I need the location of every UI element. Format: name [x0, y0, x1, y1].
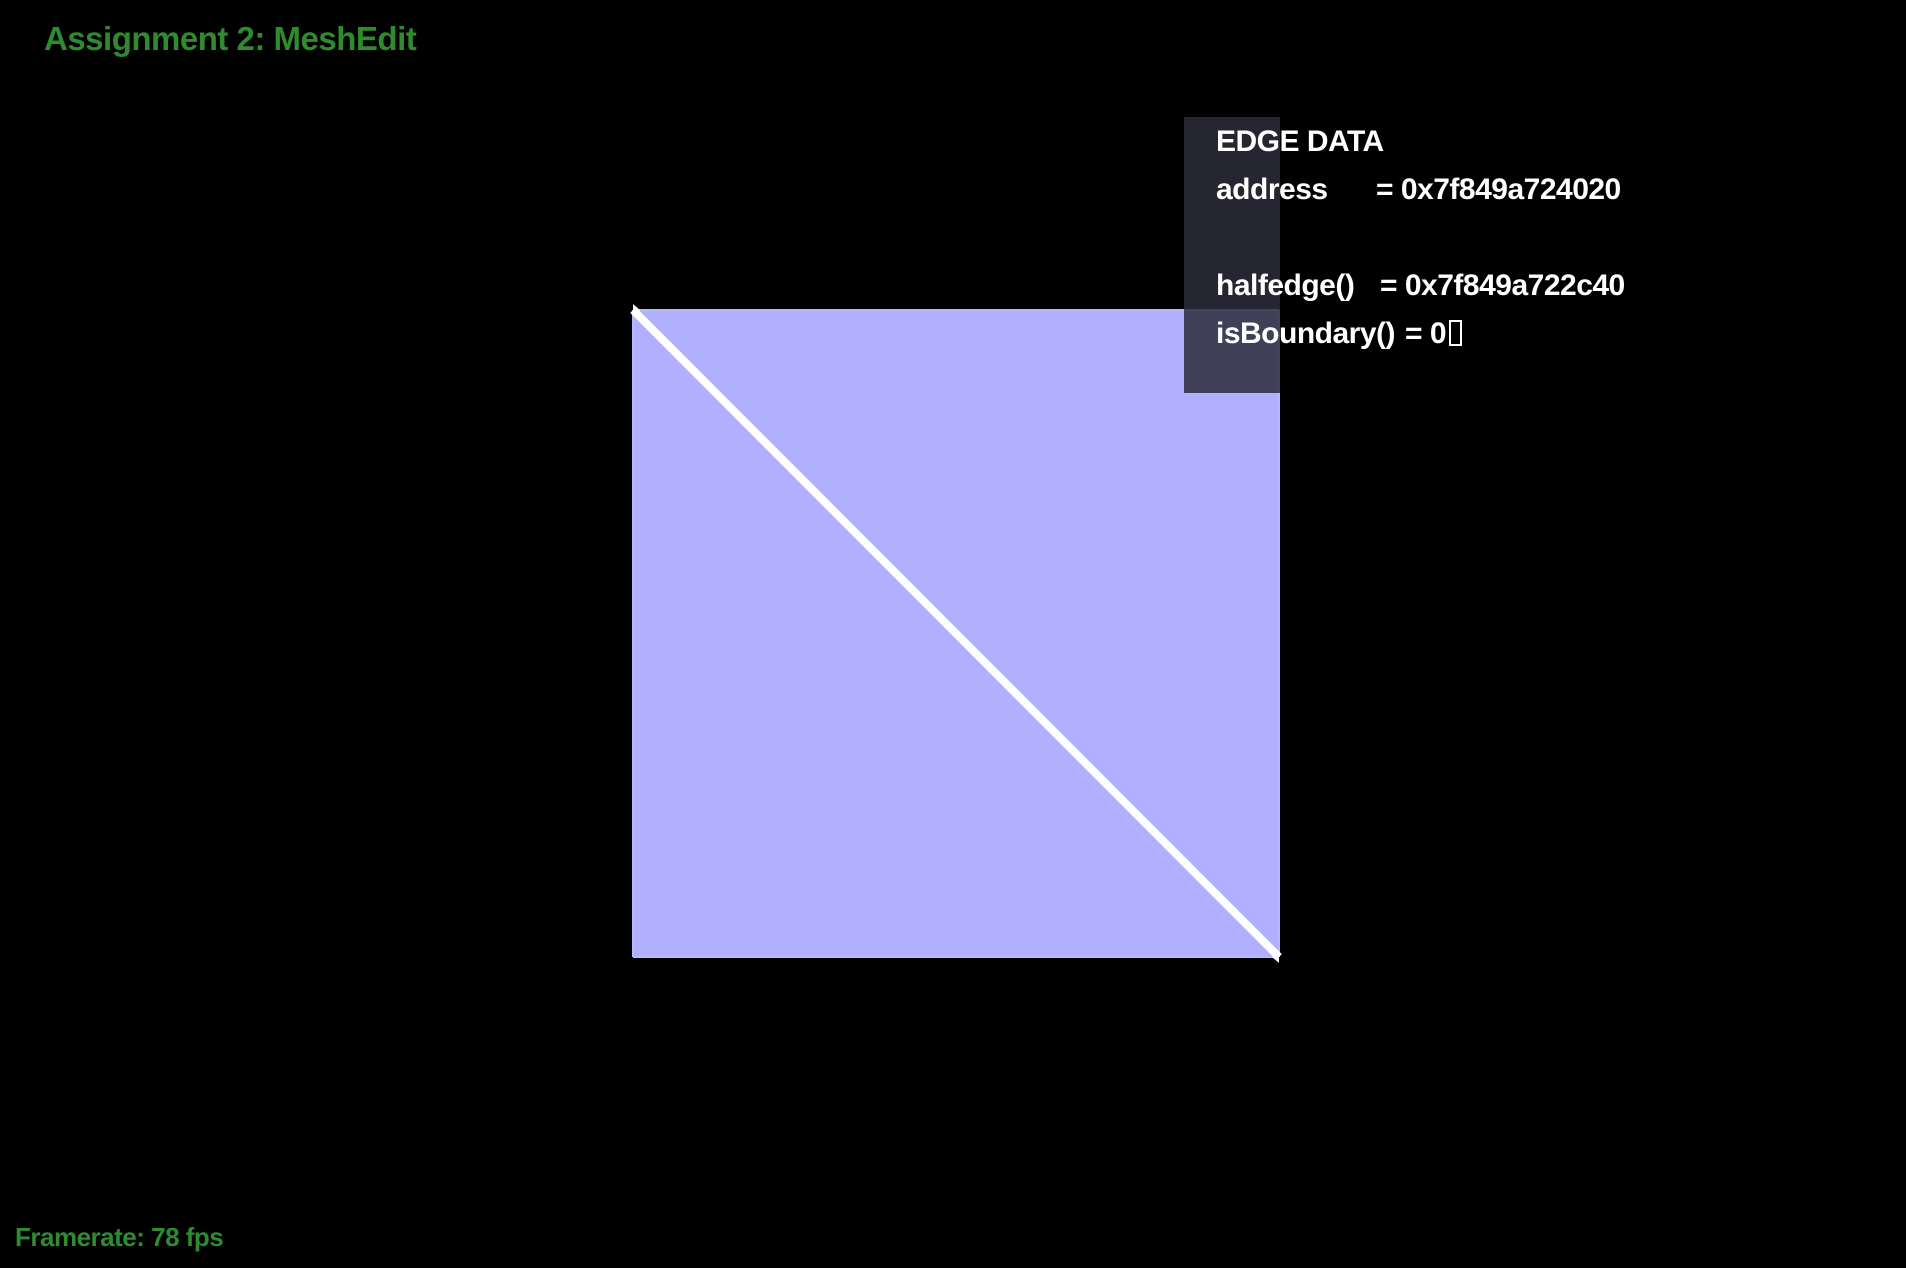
- edge-info-header: EDGE DATA: [1216, 125, 1384, 158]
- edge-info-text: EDGE DATA address = 0x7f849a724020 halfe…: [1216, 118, 1625, 358]
- edge-info-key-halfedge: halfedge(): [1216, 269, 1355, 302]
- edge-info-key-boundary: isBoundary(): [1216, 317, 1396, 350]
- edge-info-spacer: [1216, 214, 1625, 262]
- edge-info-row-halfedge: halfedge() = 0x7f849a722c40: [1216, 262, 1625, 310]
- edge-info-key-address: address: [1216, 173, 1328, 206]
- viewport[interactable]: Assignment 2: MeshEdit EDGE DATA address…: [0, 0, 1906, 1268]
- edge-info-row-boundary: isBoundary() = 0: [1216, 310, 1625, 358]
- edge-info-value-address: = 0x7f849a724020: [1376, 173, 1621, 206]
- edge-info-value-halfedge: = 0x7f849a722c40: [1380, 269, 1625, 302]
- framerate-readout: Framerate: 78 fps: [15, 1222, 224, 1252]
- missing-glyph-icon: [1449, 320, 1463, 346]
- edge-info-row-address: address = 0x7f849a724020: [1216, 166, 1625, 214]
- edge-info-value-boundary: = 0: [1405, 317, 1447, 350]
